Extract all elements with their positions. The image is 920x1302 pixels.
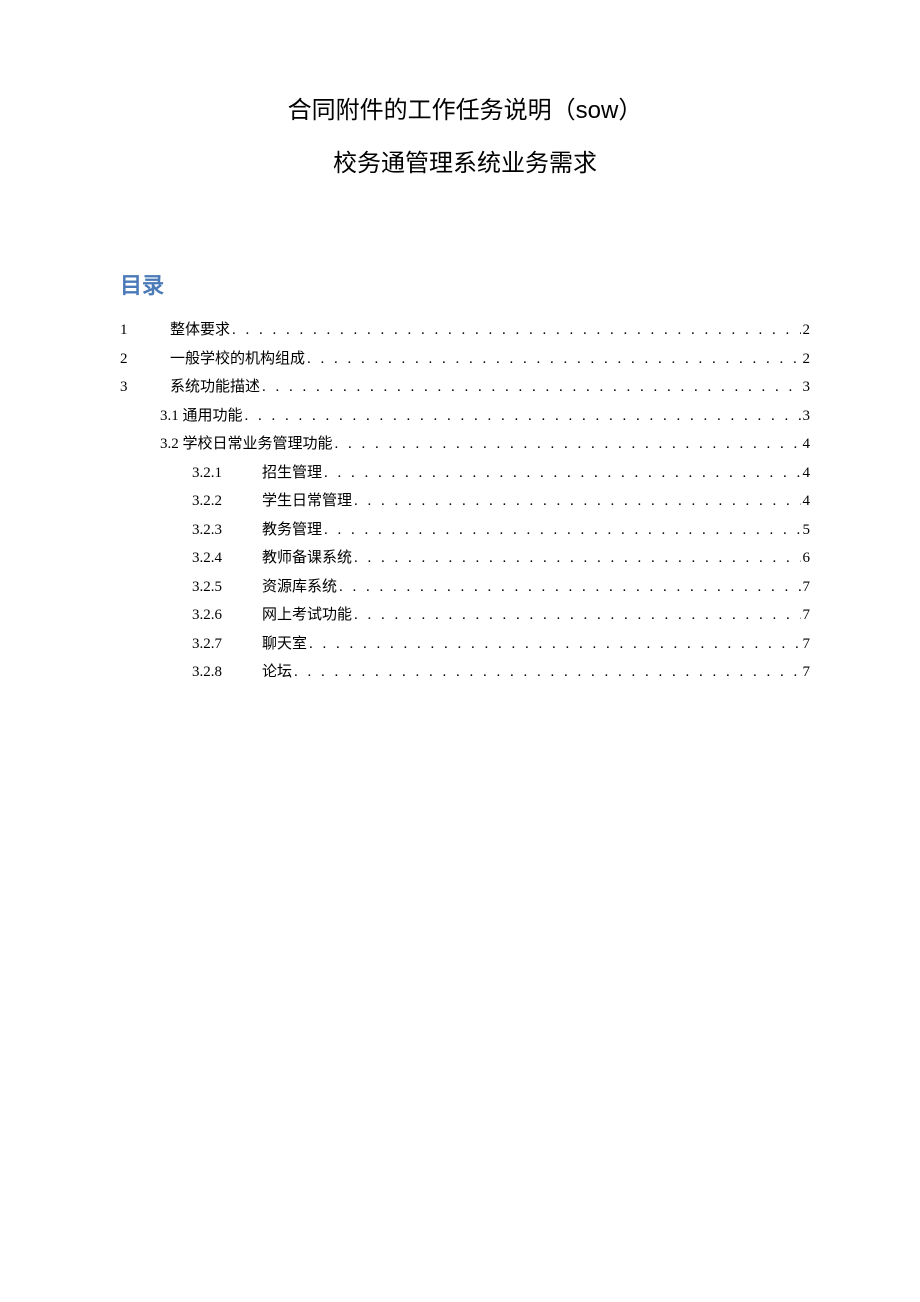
toc-leader-dots bbox=[354, 544, 800, 573]
toc-entry: 3.1 通用功能 3 bbox=[120, 402, 810, 431]
toc-entry-number: 3.2.6 bbox=[192, 601, 262, 630]
toc-entry-number: 1 bbox=[120, 316, 170, 345]
toc-entry-label: 整体要求 bbox=[170, 316, 230, 345]
toc-entry-page: 2 bbox=[803, 345, 811, 374]
toc-entry-number: 3.2.7 bbox=[192, 630, 262, 659]
toc-entry-page: 3 bbox=[803, 373, 811, 402]
table-of-contents: 1整体要求22一般学校的机构组成23系统功能描述33.1 通用功能33.2 学校… bbox=[120, 316, 810, 687]
toc-entry-label: 资源库系统 bbox=[262, 573, 337, 602]
toc-entry-label: 招生管理 bbox=[262, 459, 322, 488]
toc-entry: 3.2.5资源库系统 7 bbox=[120, 573, 810, 602]
toc-entry-label: 论坛 bbox=[262, 658, 292, 687]
toc-entry-page: 7 bbox=[803, 601, 811, 630]
toc-entry-label: 系统功能描述 bbox=[170, 373, 260, 402]
toc-leader-dots bbox=[354, 487, 800, 516]
toc-entry-page: 6 bbox=[803, 544, 811, 573]
toc-entry-number: 2 bbox=[120, 345, 170, 374]
toc-entry-number: 3.2.2 bbox=[192, 487, 262, 516]
toc-leader-dots bbox=[324, 459, 800, 488]
toc-entry-page: 5 bbox=[803, 516, 811, 545]
toc-entry: 3.2.2学生日常管理 4 bbox=[120, 487, 810, 516]
toc-leader-dots bbox=[232, 316, 800, 345]
toc-entry: 3.2.6网上考试功能 7 bbox=[120, 601, 810, 630]
toc-entry-page: 4 bbox=[803, 459, 811, 488]
toc-entry-label: 网上考试功能 bbox=[262, 601, 352, 630]
toc-entry-number: 3.2.4 bbox=[192, 544, 262, 573]
toc-leader-dots bbox=[245, 402, 801, 431]
toc-entry-label: 学生日常管理 bbox=[262, 487, 352, 516]
toc-leader-dots bbox=[294, 658, 800, 687]
toc-leader-dots bbox=[335, 430, 801, 459]
toc-entry-number: 3.2.1 bbox=[192, 459, 262, 488]
toc-entry: 3.2.7聊天室 7 bbox=[120, 630, 810, 659]
toc-heading: 目录 bbox=[120, 268, 810, 300]
toc-entry-page: 4 bbox=[803, 430, 811, 459]
toc-entry-page: 7 bbox=[803, 630, 811, 659]
toc-entry: 3.2.3教务管理 5 bbox=[120, 516, 810, 545]
toc-entry: 3.2.4教师备课系统 6 bbox=[120, 544, 810, 573]
toc-entry-number: 3.2.5 bbox=[192, 573, 262, 602]
toc-entry: 3系统功能描述3 bbox=[120, 373, 810, 402]
toc-entry: 3.2.8论坛 7 bbox=[120, 658, 810, 687]
toc-entry-label: 聊天室 bbox=[262, 630, 307, 659]
toc-entry-page: 7 bbox=[803, 658, 811, 687]
toc-entry-page: 7 bbox=[803, 573, 811, 602]
toc-entry-label: 教务管理 bbox=[262, 516, 322, 545]
toc-leader-dots bbox=[339, 573, 800, 602]
toc-leader-dots bbox=[354, 601, 800, 630]
toc-leader-dots bbox=[309, 630, 800, 659]
toc-entry: 2一般学校的机构组成2 bbox=[120, 345, 810, 374]
toc-entry-label: 教师备课系统 bbox=[262, 544, 352, 573]
toc-entry-number: 3.2.3 bbox=[192, 516, 262, 545]
toc-entry-page: 3 bbox=[803, 402, 811, 431]
toc-entry-label: 3.1 通用功能 bbox=[160, 402, 243, 431]
toc-leader-dots bbox=[262, 373, 800, 402]
toc-entry-label: 一般学校的机构组成 bbox=[170, 345, 305, 374]
toc-entry-page: 4 bbox=[803, 487, 811, 516]
toc-entry-number: 3.2.8 bbox=[192, 658, 262, 687]
toc-leader-dots bbox=[324, 516, 800, 545]
toc-entry: 3.2.1招生管理 4 bbox=[120, 459, 810, 488]
toc-entry: 3.2 学校日常业务管理功能 4 bbox=[120, 430, 810, 459]
toc-leader-dots bbox=[307, 345, 800, 374]
toc-entry-label: 3.2 学校日常业务管理功能 bbox=[160, 430, 333, 459]
document-subtitle: 校务通管理系统业务需求 bbox=[120, 143, 810, 178]
toc-entry-page: 2 bbox=[803, 316, 811, 345]
document-title: 合同附件的工作任务说明（sow） bbox=[120, 90, 810, 125]
toc-entry: 1整体要求 2 bbox=[120, 316, 810, 345]
document-page: 合同附件的工作任务说明（sow） 校务通管理系统业务需求 目录 1整体要求22一… bbox=[0, 0, 920, 687]
toc-entry-number: 3 bbox=[120, 373, 170, 402]
